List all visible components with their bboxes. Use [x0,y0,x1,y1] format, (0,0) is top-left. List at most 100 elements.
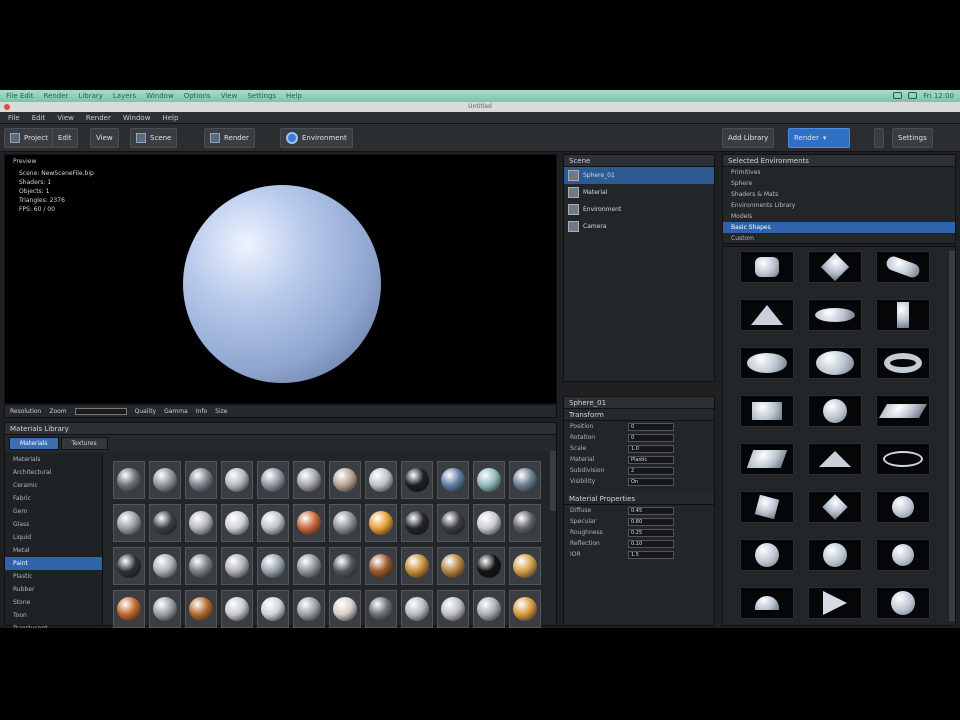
shape-disc[interactable] [808,299,862,331]
property-value-field[interactable]: 0.25 [628,528,674,537]
material-swatch[interactable] [365,461,397,499]
shape-rhombus[interactable] [808,491,862,523]
material-swatch[interactable] [293,461,325,499]
shape-plane-tilted[interactable] [740,443,794,475]
edit-button[interactable]: Edit [52,128,78,148]
property-value-field[interactable]: 0.10 [628,539,674,548]
library-tree-item[interactable]: Gem [5,505,102,518]
material-swatch[interactable] [113,461,145,499]
library-tree-item[interactable]: Plastic [5,570,102,583]
property-value-field[interactable]: 0.45 [628,506,674,515]
material-swatch[interactable] [401,461,433,499]
material-swatch[interactable] [329,461,361,499]
zoom-slider[interactable] [74,407,127,415]
shape-torus[interactable] [876,347,930,379]
material-swatch[interactable] [185,504,217,542]
battery-icon[interactable] [908,92,918,99]
material-swatch[interactable] [509,590,541,628]
material-swatch[interactable] [257,590,289,628]
shape-ring[interactable] [876,443,930,475]
material-swatch[interactable] [113,547,145,585]
environment-tree-item[interactable]: Shaders & Mats [723,189,955,200]
material-swatch[interactable] [113,504,145,542]
shape-capsule[interactable] [876,251,930,283]
material-swatch[interactable] [185,547,217,585]
scene-list-item[interactable]: Environment [564,201,714,218]
library-tree-item[interactable]: Rubber [5,583,102,596]
scene-list-item[interactable]: Material [564,184,714,201]
scene-button[interactable]: Scene [130,128,178,148]
wifi-icon[interactable] [893,92,903,99]
shape-sphere-small[interactable] [876,491,930,523]
render-mode-button[interactable]: Render [204,128,255,148]
render-button[interactable]: Render ▾ [788,128,850,148]
viewport-status-item[interactable]: Zoom [49,408,66,415]
property-value-field[interactable]: 1.5 [628,550,674,559]
material-swatch[interactable] [293,504,325,542]
viewport-status-item[interactable]: Quality [135,408,156,415]
environment-tree-item[interactable]: Sphere [723,178,955,189]
material-swatch[interactable] [437,590,469,628]
shape-cup[interactable] [876,539,930,571]
material-swatch[interactable] [185,590,217,628]
property-value-field[interactable]: Plastic [628,455,674,464]
environment-tree-item[interactable]: Environments Library [723,200,955,211]
more-icon[interactable] [874,128,884,148]
menu-item-edit[interactable]: Edit [32,114,46,122]
view-button[interactable]: View [90,128,119,148]
system-menu-item[interactable]: File Edit [6,92,34,100]
material-swatch[interactable] [437,504,469,542]
close-icon[interactable] [4,104,10,110]
material-swatch[interactable] [509,504,541,542]
property-value-field[interactable]: 0.80 [628,517,674,526]
material-swatch[interactable] [329,547,361,585]
material-swatch[interactable] [221,547,253,585]
shape-box[interactable] [876,299,930,331]
material-swatch[interactable] [365,547,397,585]
material-swatch[interactable] [437,547,469,585]
system-menu-item[interactable]: Layers [113,92,136,100]
material-swatch[interactable] [257,504,289,542]
shape-book[interactable] [740,395,794,427]
material-swatch[interactable] [149,547,181,585]
menu-item-window[interactable]: Window [123,114,151,122]
shape-rounded-cube[interactable] [740,251,794,283]
system-menu-item[interactable]: Library [78,92,102,100]
shape-half-sphere[interactable] [740,587,794,619]
material-swatch[interactable] [257,547,289,585]
shape-plane[interactable] [876,395,930,427]
material-swatch[interactable] [293,547,325,585]
library-tab[interactable]: Materials [9,437,59,450]
library-tab[interactable]: Textures [60,437,108,450]
system-menu-item[interactable]: Render [44,92,69,100]
scene-list-item[interactable]: Camera [564,218,714,235]
viewport-status-item[interactable]: Resolution [10,408,41,415]
preview-sphere[interactable] [183,185,381,383]
material-swatch[interactable] [401,590,433,628]
shape-tetrahedron[interactable] [808,587,862,619]
shape-sphere-bright[interactable] [876,587,930,619]
material-swatch[interactable] [257,461,289,499]
material-swatch[interactable] [401,504,433,542]
environment-tree-item[interactable]: Custom [723,233,955,244]
system-menu-item[interactable]: Help [286,92,302,100]
library-tree-item[interactable]: Paint [5,557,102,570]
material-swatch[interactable] [113,590,145,628]
library-tree-item[interactable]: Architectural [5,466,102,479]
property-value-field[interactable]: 2 [628,466,674,475]
material-swatch[interactable] [293,590,325,628]
material-swatch[interactable] [185,461,217,499]
material-swatch[interactable] [149,590,181,628]
shape-disc-large[interactable] [808,347,862,379]
library-tree-item[interactable]: Ceramic [5,479,102,492]
library-tree-item[interactable]: Metal [5,544,102,557]
library-tree-item[interactable]: Stone [5,596,102,609]
material-swatch[interactable] [221,461,253,499]
library-tree-item[interactable]: Glass [5,518,102,531]
add-library-button[interactable]: Add Library [722,128,775,148]
property-value-field[interactable]: 1.0 [628,444,674,453]
material-swatch[interactable] [473,547,505,585]
viewport-status-item[interactable]: Info [196,408,207,415]
material-swatch[interactable] [473,461,505,499]
shape-diamond[interactable] [808,251,862,283]
